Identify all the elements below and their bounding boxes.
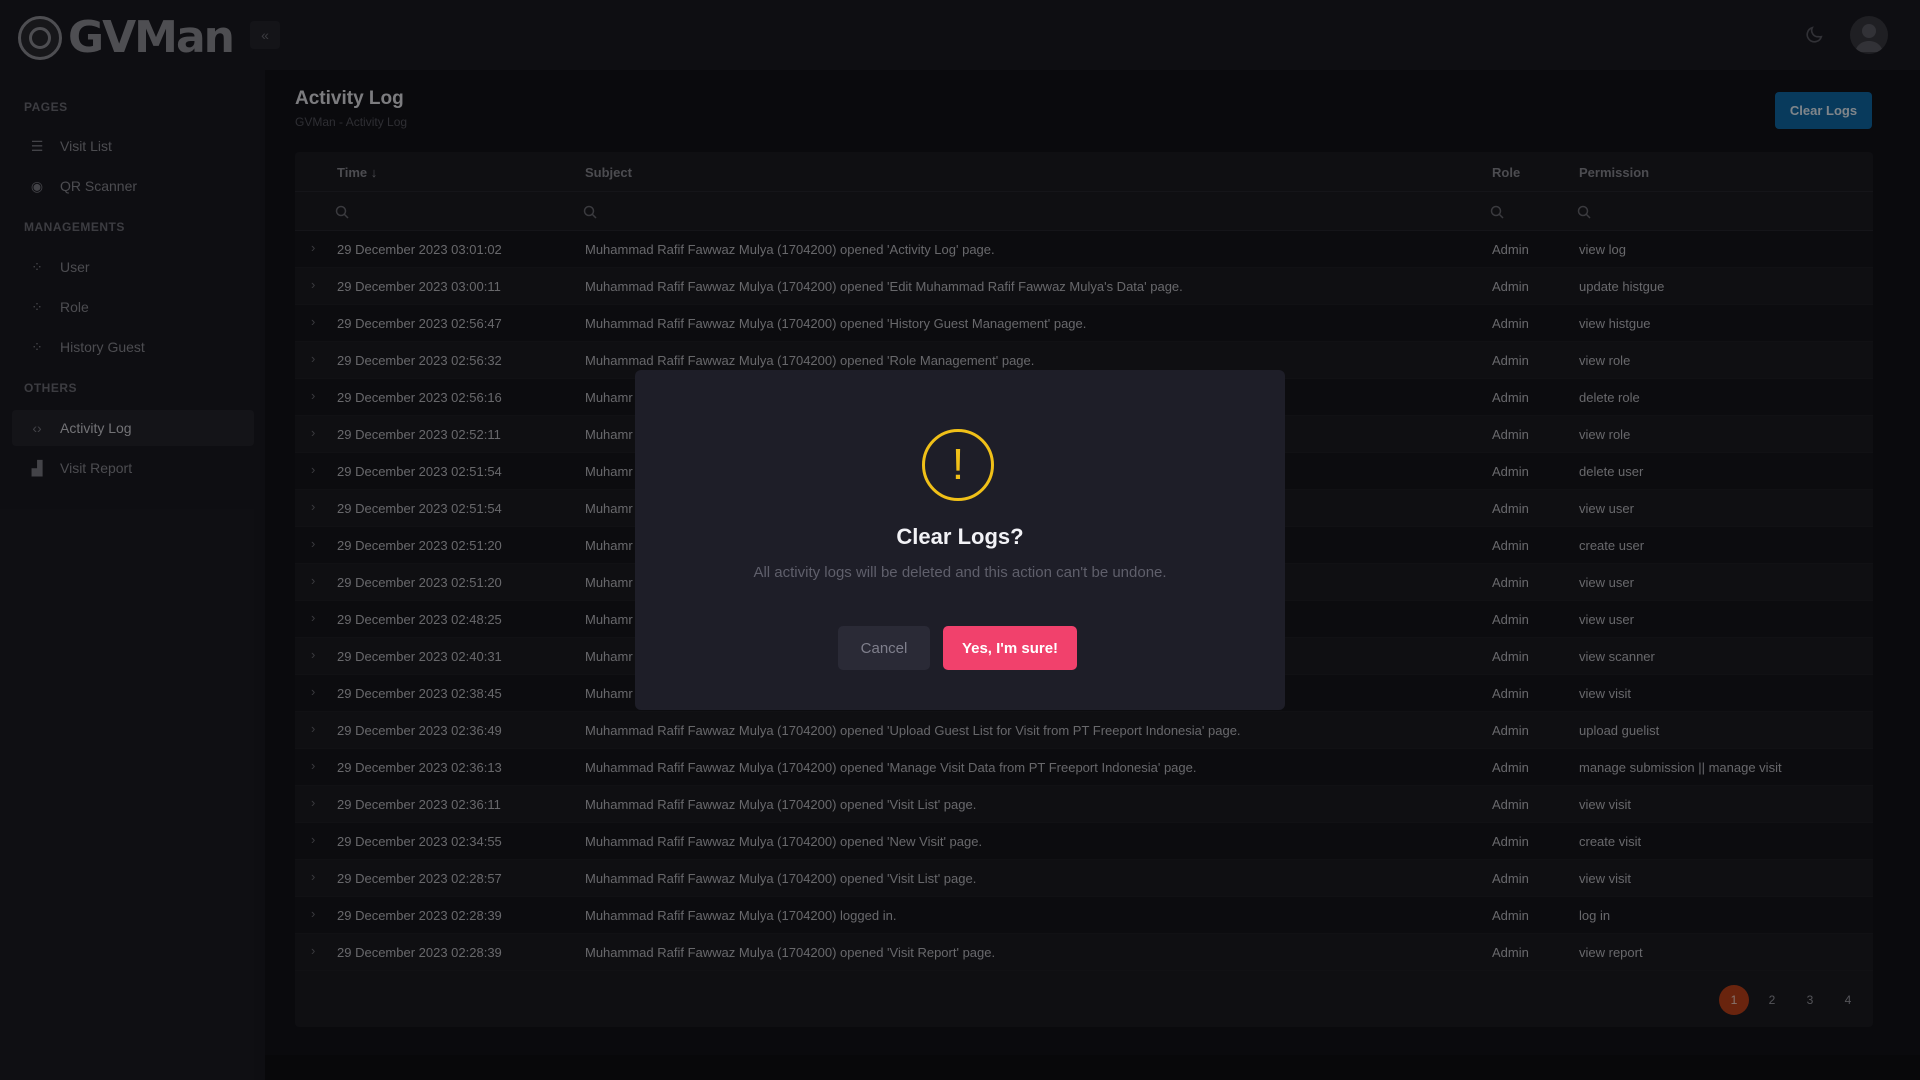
warning-icon: ! bbox=[922, 429, 994, 501]
confirm-button[interactable]: Yes, I'm sure! bbox=[943, 626, 1077, 670]
confirm-dialog: ! Clear Logs? All activity logs will be … bbox=[635, 370, 1285, 710]
dialog-title: Clear Logs? bbox=[896, 524, 1024, 549]
dialog-message: All activity logs will be deleted and th… bbox=[753, 564, 1167, 581]
cancel-button[interactable]: Cancel bbox=[838, 626, 930, 670]
